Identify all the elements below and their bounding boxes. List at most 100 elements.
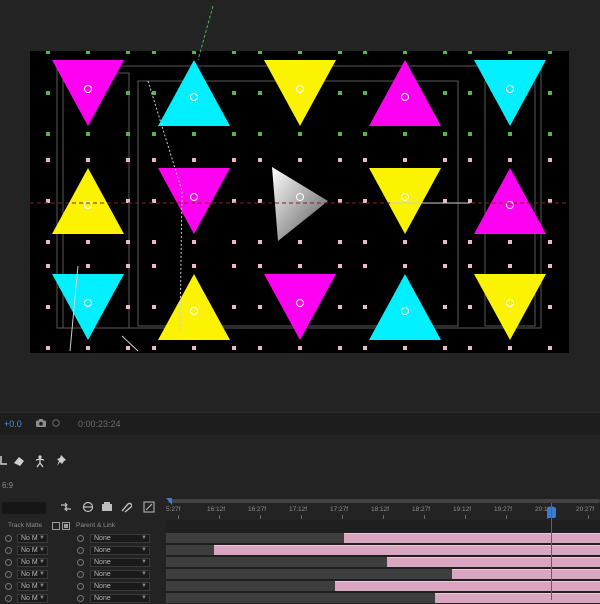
- transform-handle[interactable]: [46, 91, 50, 95]
- transform-handle[interactable]: [152, 346, 156, 350]
- transform-handle[interactable]: [443, 264, 447, 268]
- transform-handle[interactable]: [232, 158, 236, 162]
- transform-handle[interactable]: [232, 346, 236, 350]
- transform-handle[interactable]: [192, 158, 196, 162]
- camera-icon[interactable]: [36, 419, 46, 427]
- transform-handle[interactable]: [258, 199, 262, 203]
- transform-handle[interactable]: [403, 132, 407, 136]
- track-matte-select[interactable]: No M ▼: [17, 546, 48, 555]
- transform-handle[interactable]: [443, 158, 447, 162]
- layer-row[interactable]: No M ▼ None ▼: [0, 569, 166, 580]
- transform-handle[interactable]: [258, 346, 262, 350]
- transform-handle[interactable]: [258, 264, 262, 268]
- pick-whip-icon[interactable]: [77, 595, 84, 602]
- transform-handle[interactable]: [338, 264, 342, 268]
- transform-handle[interactable]: [508, 264, 512, 268]
- transform-handle[interactable]: [443, 132, 447, 136]
- transform-handle[interactable]: [338, 91, 342, 95]
- composition-artwork[interactable]: [30, 51, 569, 353]
- transform-handle[interactable]: [152, 305, 156, 309]
- draft-3d-icon[interactable]: [82, 501, 94, 513]
- transform-handle[interactable]: [126, 305, 130, 309]
- spiral-icon[interactable]: [5, 559, 12, 566]
- transform-handle[interactable]: [152, 264, 156, 268]
- transform-handle[interactable]: [192, 264, 196, 268]
- transform-handle[interactable]: [152, 91, 156, 95]
- transform-handle[interactable]: [46, 346, 50, 350]
- transform-handle[interactable]: [192, 346, 196, 350]
- track-matte-column-header[interactable]: Track Matte: [8, 522, 42, 529]
- frame-blending-icon[interactable]: [101, 501, 113, 513]
- composition-flowchart-icon[interactable]: [60, 501, 72, 513]
- spiral-icon[interactable]: [5, 535, 12, 542]
- transform-handle[interactable]: [46, 305, 50, 309]
- transform-handle[interactable]: [46, 240, 50, 244]
- layer-duration-bar[interactable]: [335, 581, 600, 591]
- transform-handle[interactable]: [363, 346, 367, 350]
- parent-select[interactable]: None ▼: [90, 594, 150, 603]
- transform-handle[interactable]: [232, 264, 236, 268]
- transform-handle[interactable]: [338, 240, 342, 244]
- transform-handle[interactable]: [363, 132, 367, 136]
- track-matte-select[interactable]: No M ▼: [17, 582, 48, 591]
- transform-handle[interactable]: [258, 305, 262, 309]
- triangle-shape-white[interactable]: [272, 167, 328, 241]
- transform-handle[interactable]: [192, 240, 196, 244]
- work-area-start-handle[interactable]: [166, 498, 172, 505]
- transform-handle[interactable]: [232, 240, 236, 244]
- parent-select[interactable]: None ▼: [90, 582, 150, 591]
- transform-handle[interactable]: [338, 132, 342, 136]
- transform-handle[interactable]: [258, 240, 262, 244]
- transform-handle[interactable]: [298, 240, 302, 244]
- transform-handle[interactable]: [152, 158, 156, 162]
- transform-handle[interactable]: [126, 264, 130, 268]
- puppet-icon[interactable]: [33, 454, 47, 468]
- transform-handle[interactable]: [548, 132, 552, 136]
- track-matte-select[interactable]: No M ▼: [17, 534, 48, 543]
- spiral-icon[interactable]: [5, 595, 12, 602]
- transform-handle[interactable]: [548, 91, 552, 95]
- parent-select[interactable]: None ▼: [90, 570, 150, 579]
- transform-handle[interactable]: [548, 264, 552, 268]
- transform-handle[interactable]: [508, 346, 512, 350]
- transform-handle[interactable]: [548, 240, 552, 244]
- parent-select[interactable]: None ▼: [90, 546, 150, 555]
- transform-handle[interactable]: [86, 346, 90, 350]
- transform-handle[interactable]: [338, 305, 342, 309]
- composition-viewer[interactable]: [0, 0, 600, 412]
- layer-search-input[interactable]: [2, 502, 46, 514]
- eraser-icon[interactable]: [12, 454, 26, 468]
- transform-handle[interactable]: [152, 199, 156, 203]
- transform-handle[interactable]: [258, 132, 262, 136]
- transform-handle[interactable]: [363, 199, 367, 203]
- transform-handle[interactable]: [86, 132, 90, 136]
- transform-handle[interactable]: [508, 132, 512, 136]
- transform-handle[interactable]: [258, 91, 262, 95]
- transform-handle[interactable]: [548, 199, 552, 203]
- spiral-icon[interactable]: [5, 571, 12, 578]
- transform-handle[interactable]: [403, 240, 407, 244]
- layer-row[interactable]: No M ▼ None ▼: [0, 593, 166, 604]
- transform-handle[interactable]: [468, 91, 472, 95]
- transform-handle[interactable]: [403, 158, 407, 162]
- transform-handle[interactable]: [46, 199, 50, 203]
- transform-handle[interactable]: [508, 158, 512, 162]
- transform-handle[interactable]: [403, 346, 407, 350]
- layer-duration-bar[interactable]: [452, 569, 600, 579]
- transform-handle[interactable]: [46, 264, 50, 268]
- transform-handle[interactable]: [126, 158, 130, 162]
- transform-handle[interactable]: [468, 264, 472, 268]
- current-timecode[interactable]: 0:00:23:24: [78, 419, 121, 429]
- transform-handle[interactable]: [298, 264, 302, 268]
- transform-handle[interactable]: [298, 132, 302, 136]
- transform-handle[interactable]: [152, 240, 156, 244]
- transform-handle[interactable]: [298, 346, 302, 350]
- spiral-icon[interactable]: [5, 583, 12, 590]
- transform-handle[interactable]: [468, 240, 472, 244]
- transform-handle[interactable]: [468, 158, 472, 162]
- transform-handle[interactable]: [338, 158, 342, 162]
- matte-toggle-icons[interactable]: [52, 522, 70, 530]
- parent-link-column-header[interactable]: Parent & Link: [76, 522, 115, 529]
- transform-handle[interactable]: [126, 91, 130, 95]
- transform-handle[interactable]: [152, 132, 156, 136]
